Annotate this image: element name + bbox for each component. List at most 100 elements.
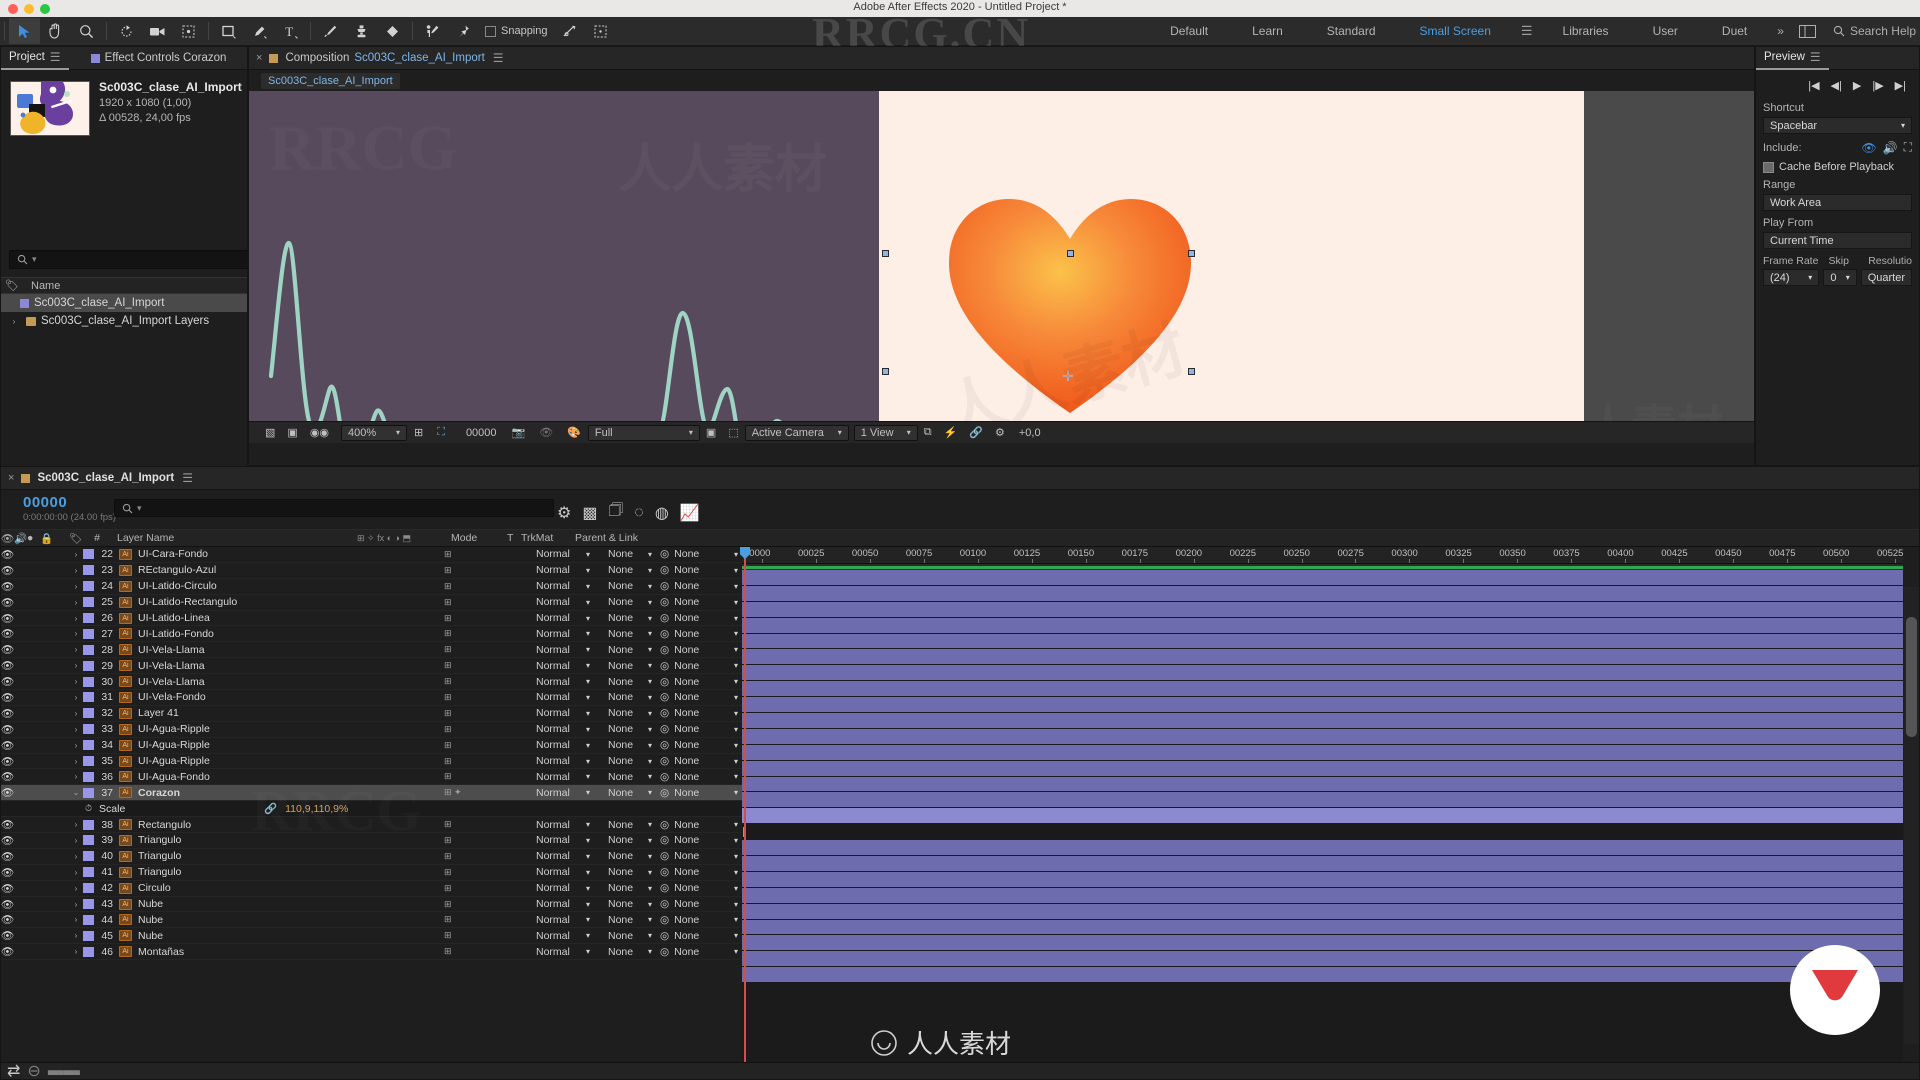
property-track[interactable] [742,824,1903,841]
table-row[interactable]: 👁 › 45 Ai Nube ⊞ Normal ▾ None ▾ ◎ None ▾ [1,928,742,945]
selection-handle-mr[interactable] [1188,368,1195,375]
table-row[interactable]: 👁 › 38 Ai Rectangulo ⊞ Normal ▾ None ▾ ◎ N… [1,817,742,834]
layer-parent-select[interactable]: ◎ None ▾ [656,660,742,672]
layer-twirl-icon[interactable]: ⌄ [69,788,83,797]
layer-twirl-icon[interactable]: › [69,582,83,591]
tab-project[interactable]: Project ☰ [1,47,69,70]
layer-trkmat-select[interactable]: None ▾ [604,691,656,703]
layer-label-color[interactable] [83,660,94,671]
layer-duration-bar[interactable] [742,871,1903,888]
layer-bars-area[interactable] [742,570,1903,1062]
timeline-ruler[interactable]: 00000 00025 00050 00075 00100 00125 00150 00175… [742,547,1903,564]
layer-mode-select[interactable]: Normal ▾ [532,691,594,703]
layer-mode-select[interactable]: Normal ▾ [532,930,594,942]
composition-viewer[interactable]: ✛ 人人素材 RRCG RRCG 人人素材 人人素材 ▧ ▣ ◉◉ 400%▾ … [249,91,1754,443]
layer-switches[interactable]: ⊞ [436,676,532,687]
layer-label-color[interactable] [83,899,94,910]
layer-trkmat-select[interactable]: None ▾ [604,946,656,958]
close-timeline-tab-icon[interactable]: × [1,472,21,484]
layer-duration-bar[interactable] [742,967,1903,984]
layer-label-color[interactable] [83,565,94,576]
layer-twirl-icon[interactable]: › [69,947,83,956]
layer-name[interactable]: Rectangulo [138,819,436,831]
layer-trkmat-select[interactable]: None ▾ [604,866,656,878]
layer-mode-select[interactable]: Normal ▾ [532,564,594,576]
layer-twirl-icon[interactable]: › [69,614,83,623]
workspace-layout-icon[interactable] [1792,18,1823,44]
workspace-libraries[interactable]: Libraries [1541,17,1631,46]
layer-video-toggle-icon[interactable]: 👁 [1,913,14,926]
cache-before-playback-row[interactable]: Cache Before Playback [1763,161,1912,173]
layer-switches[interactable]: ⊞ [436,867,532,878]
layer-mode-select[interactable]: Normal ▾ [532,771,594,783]
region-of-interest-icon[interactable]: ⛶ [430,426,452,439]
layer-switches[interactable]: ⊞ [436,628,532,639]
layer-name[interactable]: REctangulo-Azul [138,564,436,576]
selection-handle-tr[interactable] [1188,250,1195,257]
parent-pickwhip-icon[interactable]: ◎ [660,596,669,608]
layer-parent-select[interactable]: ◎ None ▾ [656,850,742,862]
parent-pickwhip-icon[interactable]: ◎ [660,850,669,862]
parent-pickwhip-icon[interactable]: ◎ [660,834,669,846]
layer-parent-select[interactable]: ◎ None ▾ [656,691,742,703]
layer-switches[interactable]: ⊞ [436,660,532,671]
parent-pickwhip-icon[interactable]: ◎ [660,819,669,831]
layer-mode-select[interactable]: Normal ▾ [532,548,594,560]
layer-video-toggle-icon[interactable]: 👁 [1,691,14,704]
layer-label-color[interactable] [83,549,94,560]
layer-mode-select[interactable]: Normal ▾ [532,596,594,608]
project-row-folder[interactable]: › Sc003C_clase_AI_Import Layers [1,312,247,330]
scrollbar-thumb[interactable] [1906,617,1917,737]
hand-tool-icon[interactable] [40,18,71,44]
skip-select[interactable]: 0 ▾ [1823,269,1857,286]
layer-twirl-icon[interactable]: › [69,772,83,781]
layer-switches[interactable]: ⊞ [436,819,532,830]
layer-parent-select[interactable]: ◎ None ▾ [656,882,742,894]
shortcut-select[interactable]: Spacebar ▾ [1763,117,1912,134]
cache-before-playback-checkbox[interactable] [1763,161,1774,173]
shape-tool-icon[interactable] [213,18,244,44]
breadcrumb[interactable]: Sc003C_clase_AI_Import [261,72,400,89]
layer-duration-bar[interactable] [742,744,1903,761]
layer-parent-select[interactable]: ◎ None ▾ [656,771,742,783]
layer-label-color[interactable] [83,819,94,830]
layer-parent-select[interactable]: ◎ None ▾ [656,914,742,926]
stopwatch-icon[interactable]: ⏱ [85,803,92,814]
next-frame-icon[interactable]: |▶ [1872,79,1883,92]
layer-parent-select[interactable]: ◎ None ▾ [656,866,742,878]
layer-trkmat-select[interactable]: None ▾ [604,787,656,799]
workspace-menu-icon[interactable]: ☰ [1513,23,1541,39]
search-dropdown-icon[interactable]: ▾ [137,503,142,514]
property-value[interactable]: 110,9,110,9% [277,803,348,815]
layer-trkmat-select[interactable]: None ▾ [604,739,656,751]
project-row-composition[interactable]: Sc003C_clase_AI_Import [1,294,247,312]
roto-brush-tool-icon[interactable] [417,18,448,44]
parent-pickwhip-icon[interactable]: ◎ [660,866,669,878]
parent-pickwhip-icon[interactable]: ◎ [660,882,669,894]
layer-duration-bar[interactable] [742,570,1903,586]
property-row[interactable]: ⏱ Scale 🔗 110,9,110,9% [1,801,742,818]
go-to-end-icon[interactable]: ▶| [1895,79,1906,92]
layer-trkmat-select[interactable]: None ▾ [604,930,656,942]
layer-duration-bar[interactable] [742,951,1903,968]
toggle-switches-modes-icon[interactable]: ⇄ [7,1061,20,1080]
table-row[interactable]: 👁 › 25 Ai UI-Latido-Rectangulo ⊞ Normal ▾… [1,595,742,611]
workspace-default[interactable]: Default [1148,17,1230,46]
layer-label-color[interactable] [83,581,94,592]
resolution-select[interactable]: Full ▾ [587,424,700,441]
layer-duration-bar[interactable] [742,649,1903,666]
layer-twirl-icon[interactable]: › [69,566,83,575]
layer-trkmat-select[interactable]: None ▾ [604,914,656,926]
layer-mode-select[interactable]: Normal ▾ [532,628,594,640]
layer-trkmat-select[interactable]: None ▾ [604,819,656,831]
table-row[interactable]: 👁 › 26 Ai UI-Latido-Linea ⊞ Normal ▾ None… [1,611,742,627]
layer-video-toggle-icon[interactable]: 👁 [1,898,14,911]
preview-panel-menu-icon[interactable]: ☰ [1810,46,1821,69]
layer-switches[interactable]: ⊞ [436,930,532,941]
snapping-control[interactable]: Snapping [485,25,548,37]
path-snapping-icon[interactable] [554,18,585,44]
layer-twirl-icon[interactable]: › [69,598,83,607]
layer-video-toggle-icon[interactable]: 👁 [1,643,14,656]
layer-switches[interactable]: ⊞ [436,613,532,624]
layer-mode-select[interactable]: Normal ▾ [532,834,594,846]
